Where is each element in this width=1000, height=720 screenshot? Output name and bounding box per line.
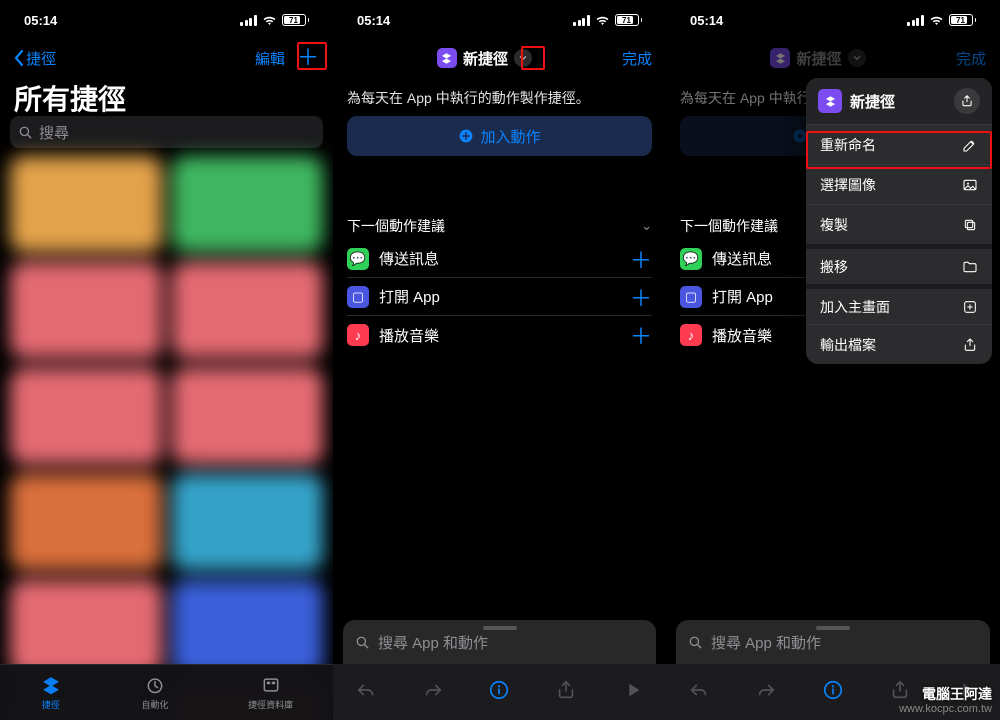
status-time: 05:14 xyxy=(690,13,723,28)
tab-bar: 捷徑 自動化 捷徑資料庫 xyxy=(0,664,333,720)
action-search[interactable]: 搜尋 App 和動作 xyxy=(676,620,990,664)
tab-shortcuts[interactable]: 捷徑 xyxy=(40,675,62,711)
editor-title: 新捷徑 xyxy=(770,48,865,69)
redo-button xyxy=(755,679,777,706)
shortcut-tile[interactable] xyxy=(10,262,162,358)
navbar: 捷徑 編輯 ＋ xyxy=(0,40,333,76)
suggestion-row[interactable]: ▢打開 App＋ xyxy=(347,278,652,316)
gallery-icon xyxy=(260,675,282,695)
shortcut-tile[interactable] xyxy=(172,580,324,676)
back-label: 捷徑 xyxy=(26,48,56,69)
pencil-icon xyxy=(962,137,978,153)
export-icon xyxy=(962,337,978,353)
back-button[interactable]: 捷徑 xyxy=(14,48,56,69)
status-bar: 05:14 71 xyxy=(666,0,1000,40)
battery-icon: 71 xyxy=(282,14,310,26)
shortcut-tile[interactable] xyxy=(10,580,162,676)
undo-button[interactable] xyxy=(355,679,377,706)
signal-icon xyxy=(573,15,590,26)
info-button[interactable] xyxy=(488,679,510,706)
tab-automation[interactable]: 自動化 xyxy=(141,675,168,711)
status-bar: 05:14 71 xyxy=(0,0,333,40)
redo-button[interactable] xyxy=(422,679,444,706)
editor-subtitle: 為每天在 App 中執行的動作製作捷徑。 xyxy=(347,88,652,108)
screen-editor-menu: 05:14 71 新捷徑 完成 為每天在 App 中執行的動作製作捷徑。 加入動… xyxy=(666,0,1000,720)
suggestion-row[interactable]: 💬傳送訊息＋ xyxy=(347,240,652,278)
shortcut-grid xyxy=(10,156,323,670)
navbar: 新捷徑 完成 xyxy=(666,40,1000,76)
search-icon xyxy=(688,635,703,650)
shortcut-tile[interactable] xyxy=(172,474,324,570)
menu-item-plus-square[interactable]: 加入主畫面 xyxy=(806,284,992,324)
add-suggestion-button[interactable]: ＋ xyxy=(630,319,652,351)
editor-title[interactable]: 新捷徑 xyxy=(437,48,532,69)
status-bar: 05:14 71 xyxy=(333,0,666,40)
tab-gallery[interactable]: 捷徑資料庫 xyxy=(248,675,293,711)
shortcut-menu: 新捷徑 重新命名選擇圖像複製搬移加入主畫面輸出檔案 xyxy=(806,78,992,364)
shortcuts-icon xyxy=(40,675,62,695)
menu-item-export[interactable]: 輸出檔案 xyxy=(806,324,992,364)
copy-icon xyxy=(962,217,978,233)
screen-all-shortcuts: 05:14 71 捷徑 編輯 ＋ 所有捷徑 搜尋 xyxy=(0,0,333,720)
done-button[interactable]: 完成 xyxy=(622,48,652,69)
plus-square-icon xyxy=(962,299,978,315)
signal-icon xyxy=(907,15,924,26)
info-button[interactable] xyxy=(822,679,844,706)
search-icon xyxy=(355,635,370,650)
editor-toolbar xyxy=(333,664,666,720)
search-icon xyxy=(18,125,33,140)
shortcut-icon xyxy=(437,48,457,68)
suggestions-header[interactable]: 下一個動作建議 ⌄ xyxy=(347,216,652,236)
menu-item-folder[interactable]: 搬移 xyxy=(806,244,992,284)
shortcut-tile[interactable] xyxy=(172,368,324,464)
chevron-down-icon: ⌄ xyxy=(641,218,652,234)
share-button[interactable] xyxy=(954,88,980,114)
edit-button[interactable]: 編輯 xyxy=(255,48,285,69)
menu-title: 新捷徑 xyxy=(850,91,895,112)
picture-icon xyxy=(962,177,978,193)
shortcut-tile[interactable] xyxy=(172,156,324,252)
menu-item-picture[interactable]: 選擇圖像 xyxy=(806,164,992,204)
action-search[interactable]: 搜尋 App 和動作 xyxy=(343,620,656,664)
folder-icon xyxy=(962,259,978,275)
shortcut-tile[interactable] xyxy=(10,474,162,570)
menu-item-pencil[interactable]: 重新命名 xyxy=(806,124,992,164)
add-shortcut-button[interactable]: ＋ xyxy=(297,47,319,69)
shortcut-tile[interactable] xyxy=(10,368,162,464)
wifi-icon xyxy=(929,15,944,26)
suggestion-row[interactable]: ♪播放音樂＋ xyxy=(347,316,652,354)
play-button[interactable] xyxy=(622,679,644,706)
search-placeholder: 搜尋 xyxy=(39,122,69,143)
signal-icon xyxy=(240,15,257,26)
share-button[interactable] xyxy=(555,679,577,706)
shortcut-icon xyxy=(770,48,790,68)
menu-item-copy[interactable]: 複製 xyxy=(806,204,992,244)
battery-icon: 71 xyxy=(949,14,977,26)
undo-button xyxy=(688,679,710,706)
clock-icon xyxy=(144,675,166,695)
battery-icon: 71 xyxy=(615,14,643,26)
shortcut-tile[interactable] xyxy=(172,262,324,358)
status-time: 05:14 xyxy=(357,13,390,28)
add-suggestion-button[interactable]: ＋ xyxy=(630,243,652,275)
wifi-icon xyxy=(262,15,277,26)
screen-editor: 05:14 71 新捷徑 完成 為每天在 App 中執行的動作製作捷徑。 加入動… xyxy=(333,0,666,720)
chevron-down-icon[interactable] xyxy=(514,49,532,67)
shortcut-icon xyxy=(818,89,842,113)
navbar: 新捷徑 完成 xyxy=(333,40,666,76)
status-time: 05:14 xyxy=(24,13,57,28)
watermark: 電腦王阿達 www.kocpc.com.tw xyxy=(899,686,992,716)
plus-circle-icon xyxy=(458,128,474,144)
add-action-button[interactable]: 加入動作 xyxy=(347,116,652,156)
page-title: 所有捷徑 xyxy=(14,78,126,118)
done-button[interactable]: 完成 xyxy=(956,48,986,69)
wifi-icon xyxy=(595,15,610,26)
search-input[interactable]: 搜尋 xyxy=(10,116,323,148)
menu-header: 新捷徑 xyxy=(806,78,992,124)
shortcut-tile[interactable] xyxy=(10,156,162,252)
suggestions-list: 💬傳送訊息＋▢打開 App＋♪播放音樂＋ xyxy=(347,240,652,354)
add-suggestion-button[interactable]: ＋ xyxy=(630,281,652,313)
chevron-down-icon xyxy=(848,49,866,67)
